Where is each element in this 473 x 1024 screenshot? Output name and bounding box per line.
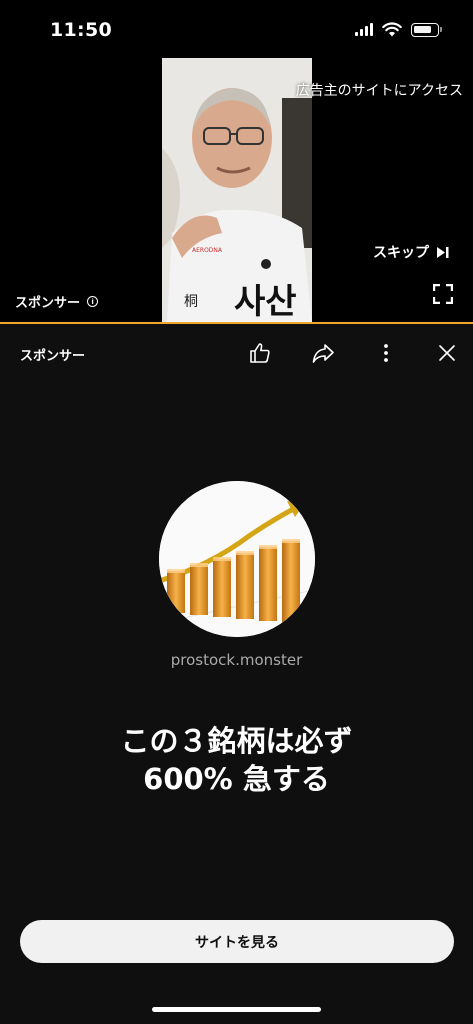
wifi-icon	[382, 22, 402, 37]
skip-ad-label: スキップ	[373, 245, 429, 261]
video-sponsor-label: スポンサー	[15, 296, 81, 311]
skip-ad-button[interactable]: スキップ	[373, 242, 449, 262]
fullscreen-icon[interactable]	[433, 284, 453, 304]
cellular-signal-icon	[355, 23, 373, 36]
visit-site-button[interactable]: サイトを見る	[20, 920, 454, 963]
battery-icon	[411, 22, 442, 37]
ad-headline-line-2: 600% 急する	[143, 762, 330, 796]
sponsor-label: スポンサー	[20, 349, 86, 364]
video-thumbnail-image: 사산 桐 AERODNA	[162, 58, 312, 322]
ad-action-bar: スポンサー	[0, 324, 473, 382]
like-icon[interactable]	[248, 341, 272, 365]
svg-text:사산: 사산	[234, 282, 297, 322]
advertiser-site-link[interactable]: 広告主のサイトにアクセス	[296, 80, 463, 100]
info-icon[interactable]: i	[87, 296, 99, 307]
home-indicator[interactable]	[152, 1007, 321, 1012]
close-icon[interactable]	[435, 341, 459, 365]
svg-text:AERODNA: AERODNA	[192, 247, 223, 254]
ad-headline-line-1: この３銘柄は必ず	[120, 724, 353, 758]
status-time: 11:50	[50, 19, 112, 41]
bar-chart-growth-image	[159, 481, 315, 637]
status-bar: 11:50	[0, 0, 473, 58]
video-player[interactable]: 사산 桐 AERODNA 広告主のサイトにアクセス スキップ スポンサー i	[0, 58, 473, 322]
advertiser-domain: prostock.monster	[170, 651, 303, 669]
skip-next-icon	[437, 246, 449, 258]
battery-fill	[414, 25, 431, 33]
ad-headline: この３銘柄は必ず 600% 急する	[0, 722, 473, 798]
more-options-icon[interactable]	[374, 341, 398, 365]
svg-text:桐: 桐	[184, 294, 198, 310]
share-icon[interactable]	[311, 341, 335, 365]
advertiser-logo[interactable]	[159, 481, 315, 637]
status-icons	[355, 22, 442, 37]
video-frame: 사산 桐 AERODNA	[162, 58, 312, 322]
visit-site-label: サイトを見る	[195, 934, 279, 951]
video-sponsor-badge[interactable]: スポンサー i	[15, 292, 99, 311]
